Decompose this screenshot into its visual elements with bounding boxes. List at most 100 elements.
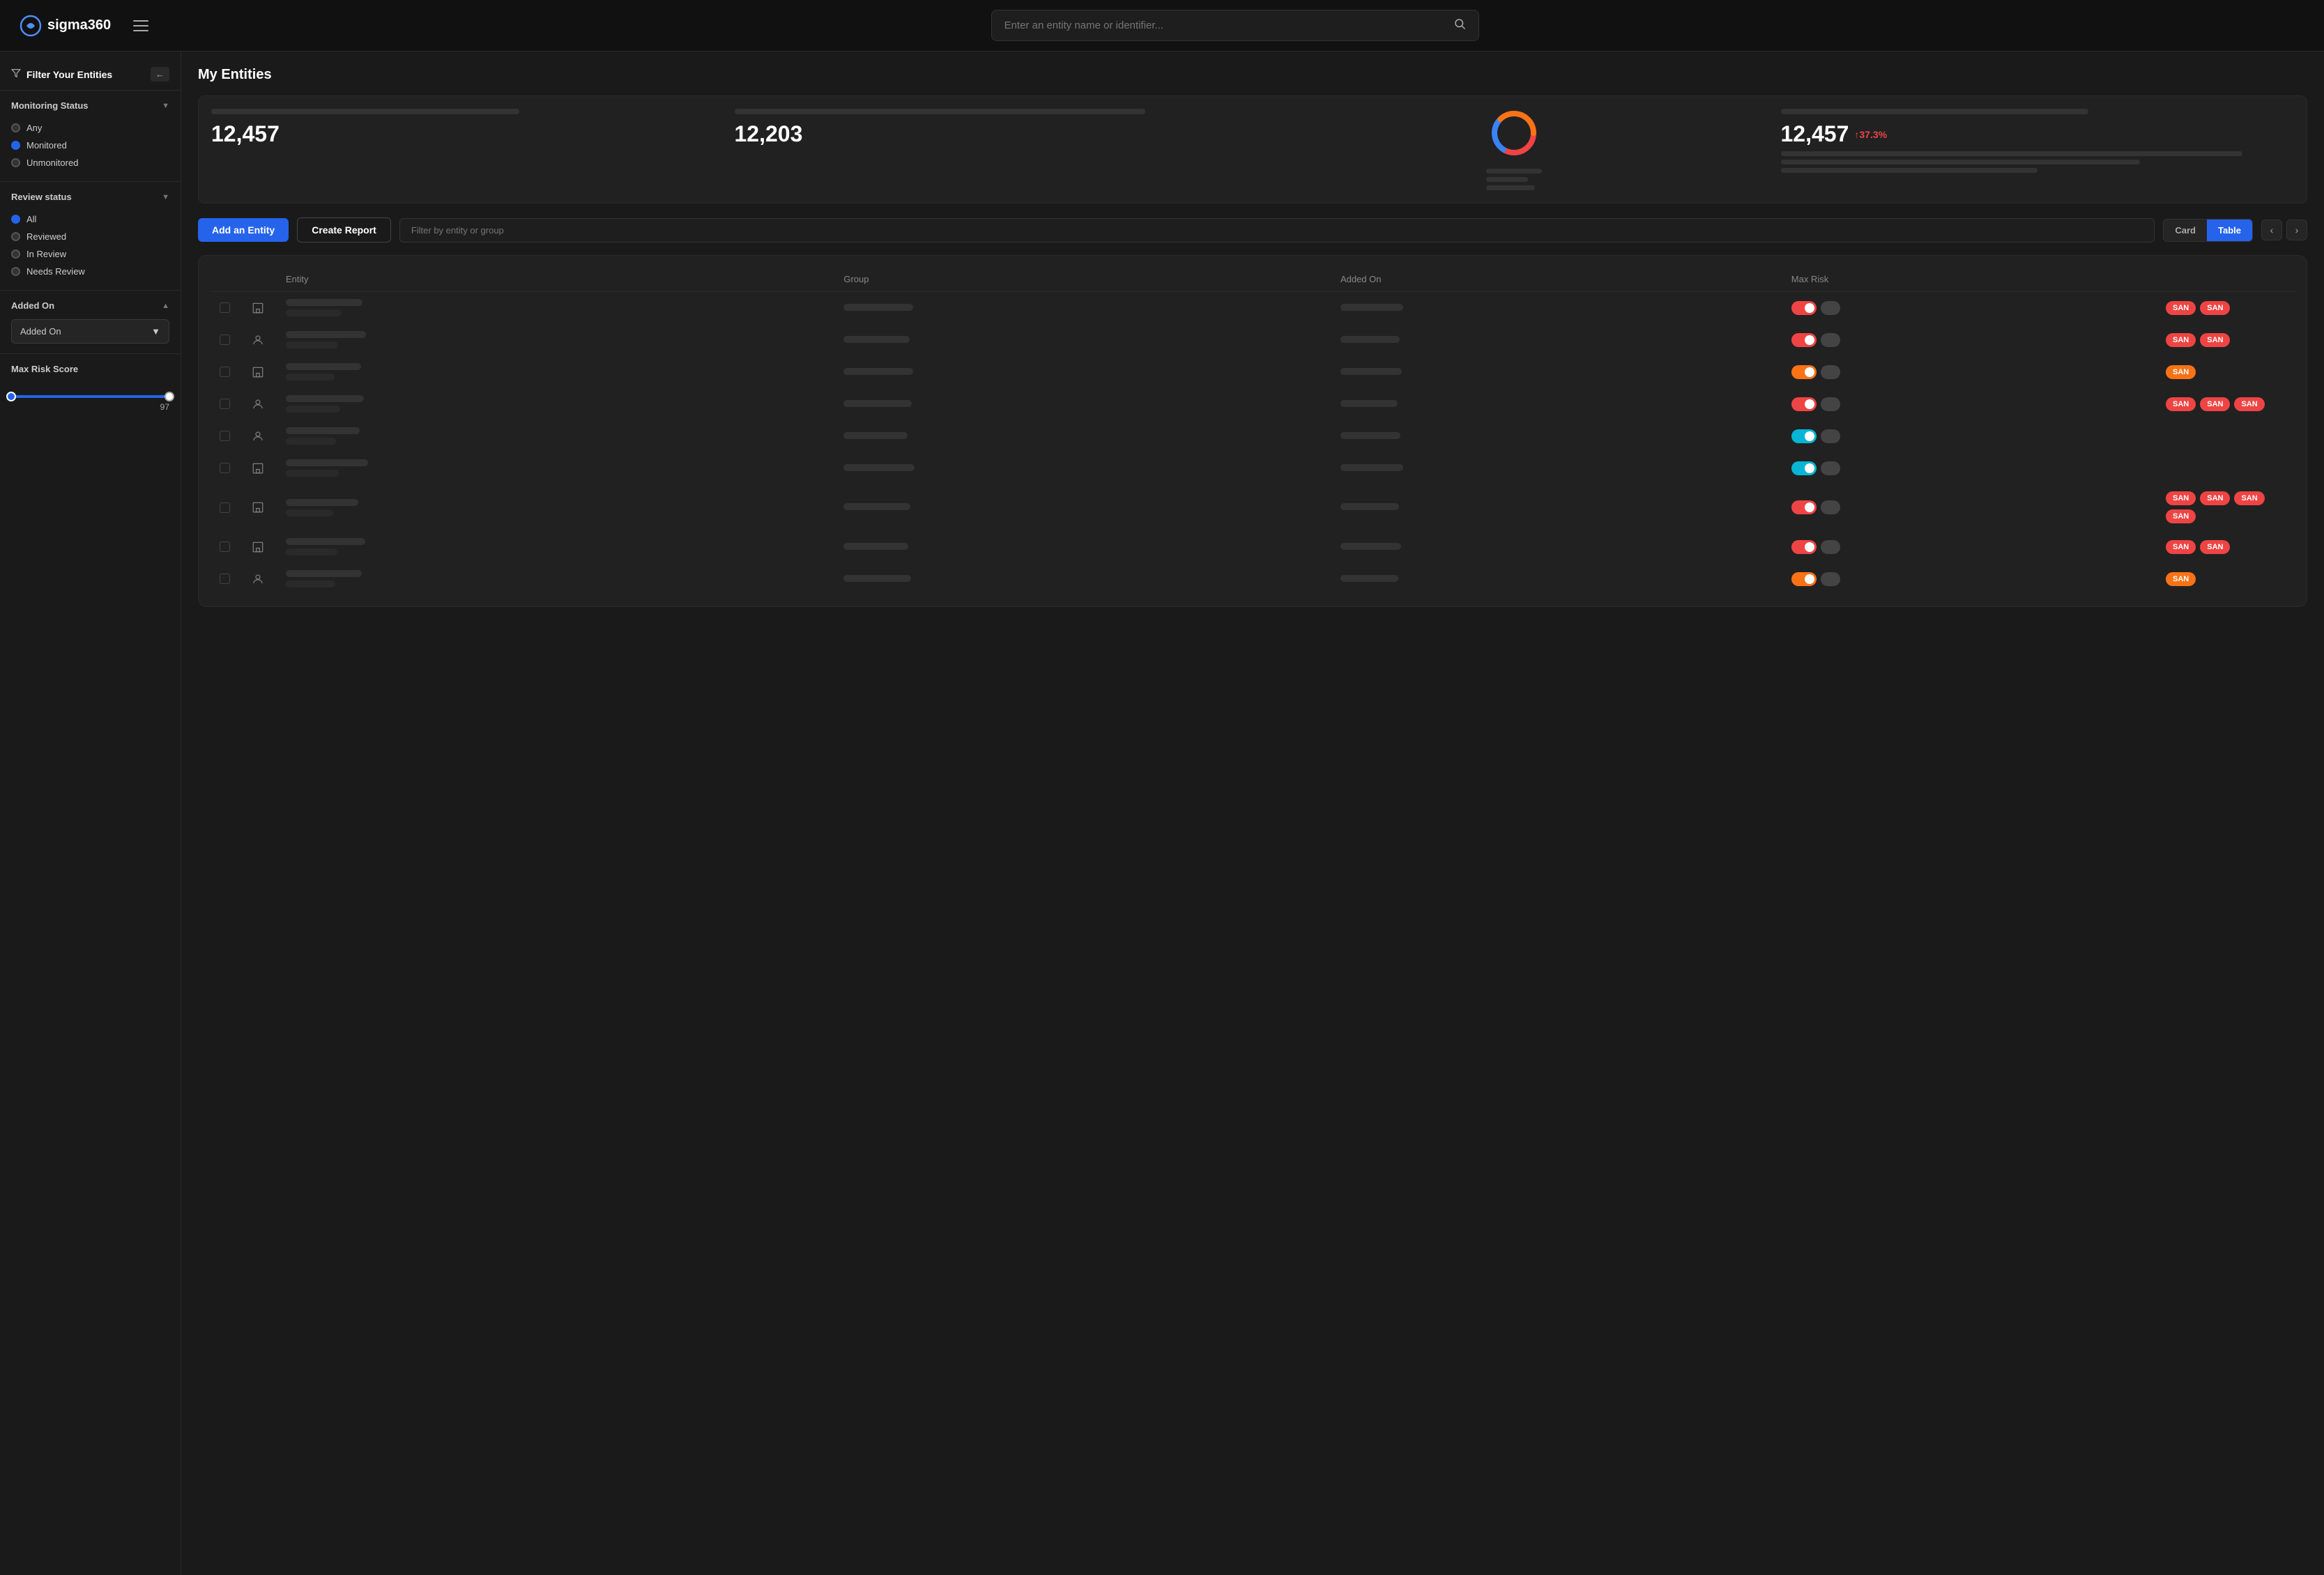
global-search-input[interactable] (1004, 20, 1446, 31)
entity-sub-bar (286, 406, 340, 413)
san-badge: SAN (2234, 491, 2264, 505)
radio-dot-in-review (11, 249, 20, 259)
entity-sub-bar (286, 341, 338, 348)
toggle-thumb (1805, 463, 1814, 473)
entity-sub-bar (286, 509, 333, 516)
sidebar-collapse-btn[interactable]: ← (151, 67, 169, 82)
stat4-number-row: 12,457 ↑37.3% (1781, 121, 2295, 147)
san-badge: SAN (2234, 397, 2264, 411)
filter-monitored[interactable]: Monitored (11, 137, 169, 154)
risk-toggle[interactable] (1791, 572, 2146, 586)
added-on-bar (1340, 336, 1400, 343)
radio-dot-any (11, 123, 20, 132)
create-report-button[interactable]: Create Report (297, 217, 391, 243)
row-checkbox[interactable] (220, 302, 230, 313)
risk-toggle[interactable] (1791, 429, 2146, 443)
toggle-track[interactable] (1791, 365, 1817, 379)
row-checkbox[interactable] (220, 502, 230, 513)
toggle-track[interactable] (1791, 461, 1817, 475)
risk-toggle[interactable] (1791, 365, 2146, 379)
toggle-track[interactable] (1791, 572, 1817, 586)
row-checkbox[interactable] (220, 431, 230, 441)
col-added-on[interactable]: Added On (1331, 267, 1782, 292)
risk-score-header: Max Risk Score (11, 364, 169, 374)
filter-all[interactable]: All (11, 210, 169, 228)
group-bar (843, 400, 912, 407)
col-checkbox (210, 267, 240, 292)
entity-name-bar (286, 363, 361, 370)
row-checkbox[interactable] (220, 463, 230, 473)
col-badges (2156, 267, 2295, 292)
review-status-header[interactable]: Review status ▼ (11, 192, 169, 202)
view-card-btn[interactable]: Card (2164, 220, 2207, 241)
table-row: SAN SAN SAN (210, 388, 2295, 420)
added-on-header[interactable]: Added On ▲ (11, 300, 169, 311)
toggle-track[interactable] (1791, 397, 1817, 411)
col-max-risk[interactable]: Max Risk (1782, 267, 2156, 292)
toggle-track[interactable] (1791, 500, 1817, 514)
building-icon (250, 300, 266, 316)
entity-name-bar (286, 299, 362, 306)
filter-any[interactable]: Any (11, 119, 169, 137)
row-added-on-cell (1331, 292, 1782, 324)
entity-sub-bar (286, 438, 336, 445)
toggle-off (1821, 333, 1840, 347)
filter-needs-review[interactable]: Needs Review (11, 263, 169, 280)
row-checkbox[interactable] (220, 399, 230, 409)
monitoring-status-header[interactable]: Monitoring Status ▼ (11, 100, 169, 111)
risk-toggle[interactable] (1791, 500, 2146, 514)
hamburger-menu[interactable] (130, 17, 151, 34)
row-badges-cell: SAN SAN (2156, 292, 2295, 324)
toggle-off (1821, 500, 1840, 514)
stat4-bar2 (1781, 160, 2141, 164)
entity-name-bar (286, 331, 366, 338)
slider-thumb-left[interactable] (6, 392, 16, 401)
stat1-number: 12,457 (211, 121, 725, 147)
review-chevron: ▼ (162, 193, 169, 201)
search-icon[interactable] (1453, 17, 1466, 33)
slider-thumb-right[interactable] (165, 392, 174, 401)
filter-in-review[interactable]: In Review (11, 245, 169, 263)
row-checkbox[interactable] (220, 574, 230, 584)
building-icon (250, 460, 266, 477)
building-icon (250, 364, 266, 381)
toggle-track[interactable] (1791, 333, 1817, 347)
row-checkbox[interactable] (220, 367, 230, 377)
risk-toggle[interactable] (1791, 461, 2146, 475)
risk-toggle[interactable] (1791, 397, 2146, 411)
main-content: My Entities 12,457 12,203 (181, 52, 2324, 1575)
entity-name-bar (286, 427, 360, 434)
san-badges: SAN SAN (2166, 333, 2286, 347)
stat2-label-bar (735, 109, 1145, 114)
col-group[interactable]: Group (834, 267, 1331, 292)
risk-toggle[interactable] (1791, 333, 2146, 347)
add-entity-button[interactable]: Add an Entity (198, 218, 289, 242)
col-entity[interactable]: Entity (276, 267, 834, 292)
row-checkbox[interactable] (220, 335, 230, 345)
next-arrow[interactable]: › (2286, 220, 2307, 240)
person-icon (250, 571, 266, 587)
sidebar-section-risk: Max Risk Score 97 (0, 353, 181, 424)
filter-reviewed[interactable]: Reviewed (11, 228, 169, 245)
risk-toggle[interactable] (1791, 301, 2146, 315)
stat-card-2: 12,203 (735, 109, 1248, 190)
san-badge: SAN (2166, 540, 2196, 554)
toggle-track[interactable] (1791, 540, 1817, 554)
toggle-track[interactable] (1791, 429, 1817, 443)
row-entity-cell (276, 292, 834, 324)
radio-dot-reviewed (11, 232, 20, 241)
added-on-date-btn[interactable]: Added On ▼ (11, 319, 169, 344)
slider-track[interactable] (11, 395, 169, 398)
entity-group-filter-input[interactable] (399, 218, 2155, 243)
added-on-bar (1340, 464, 1403, 471)
filter-unmonitored[interactable]: Unmonitored (11, 154, 169, 171)
prev-arrow[interactable]: ‹ (2261, 220, 2282, 240)
radio-dot-all (11, 215, 20, 224)
row-checkbox[interactable] (220, 541, 230, 552)
logo-text: sigma360 (47, 17, 111, 33)
view-table-btn[interactable]: Table (2207, 220, 2252, 241)
toggle-track[interactable] (1791, 301, 1817, 315)
risk-score-label: Max Risk Score (11, 364, 78, 374)
risk-toggle[interactable] (1791, 540, 2146, 554)
group-bar (843, 432, 908, 439)
